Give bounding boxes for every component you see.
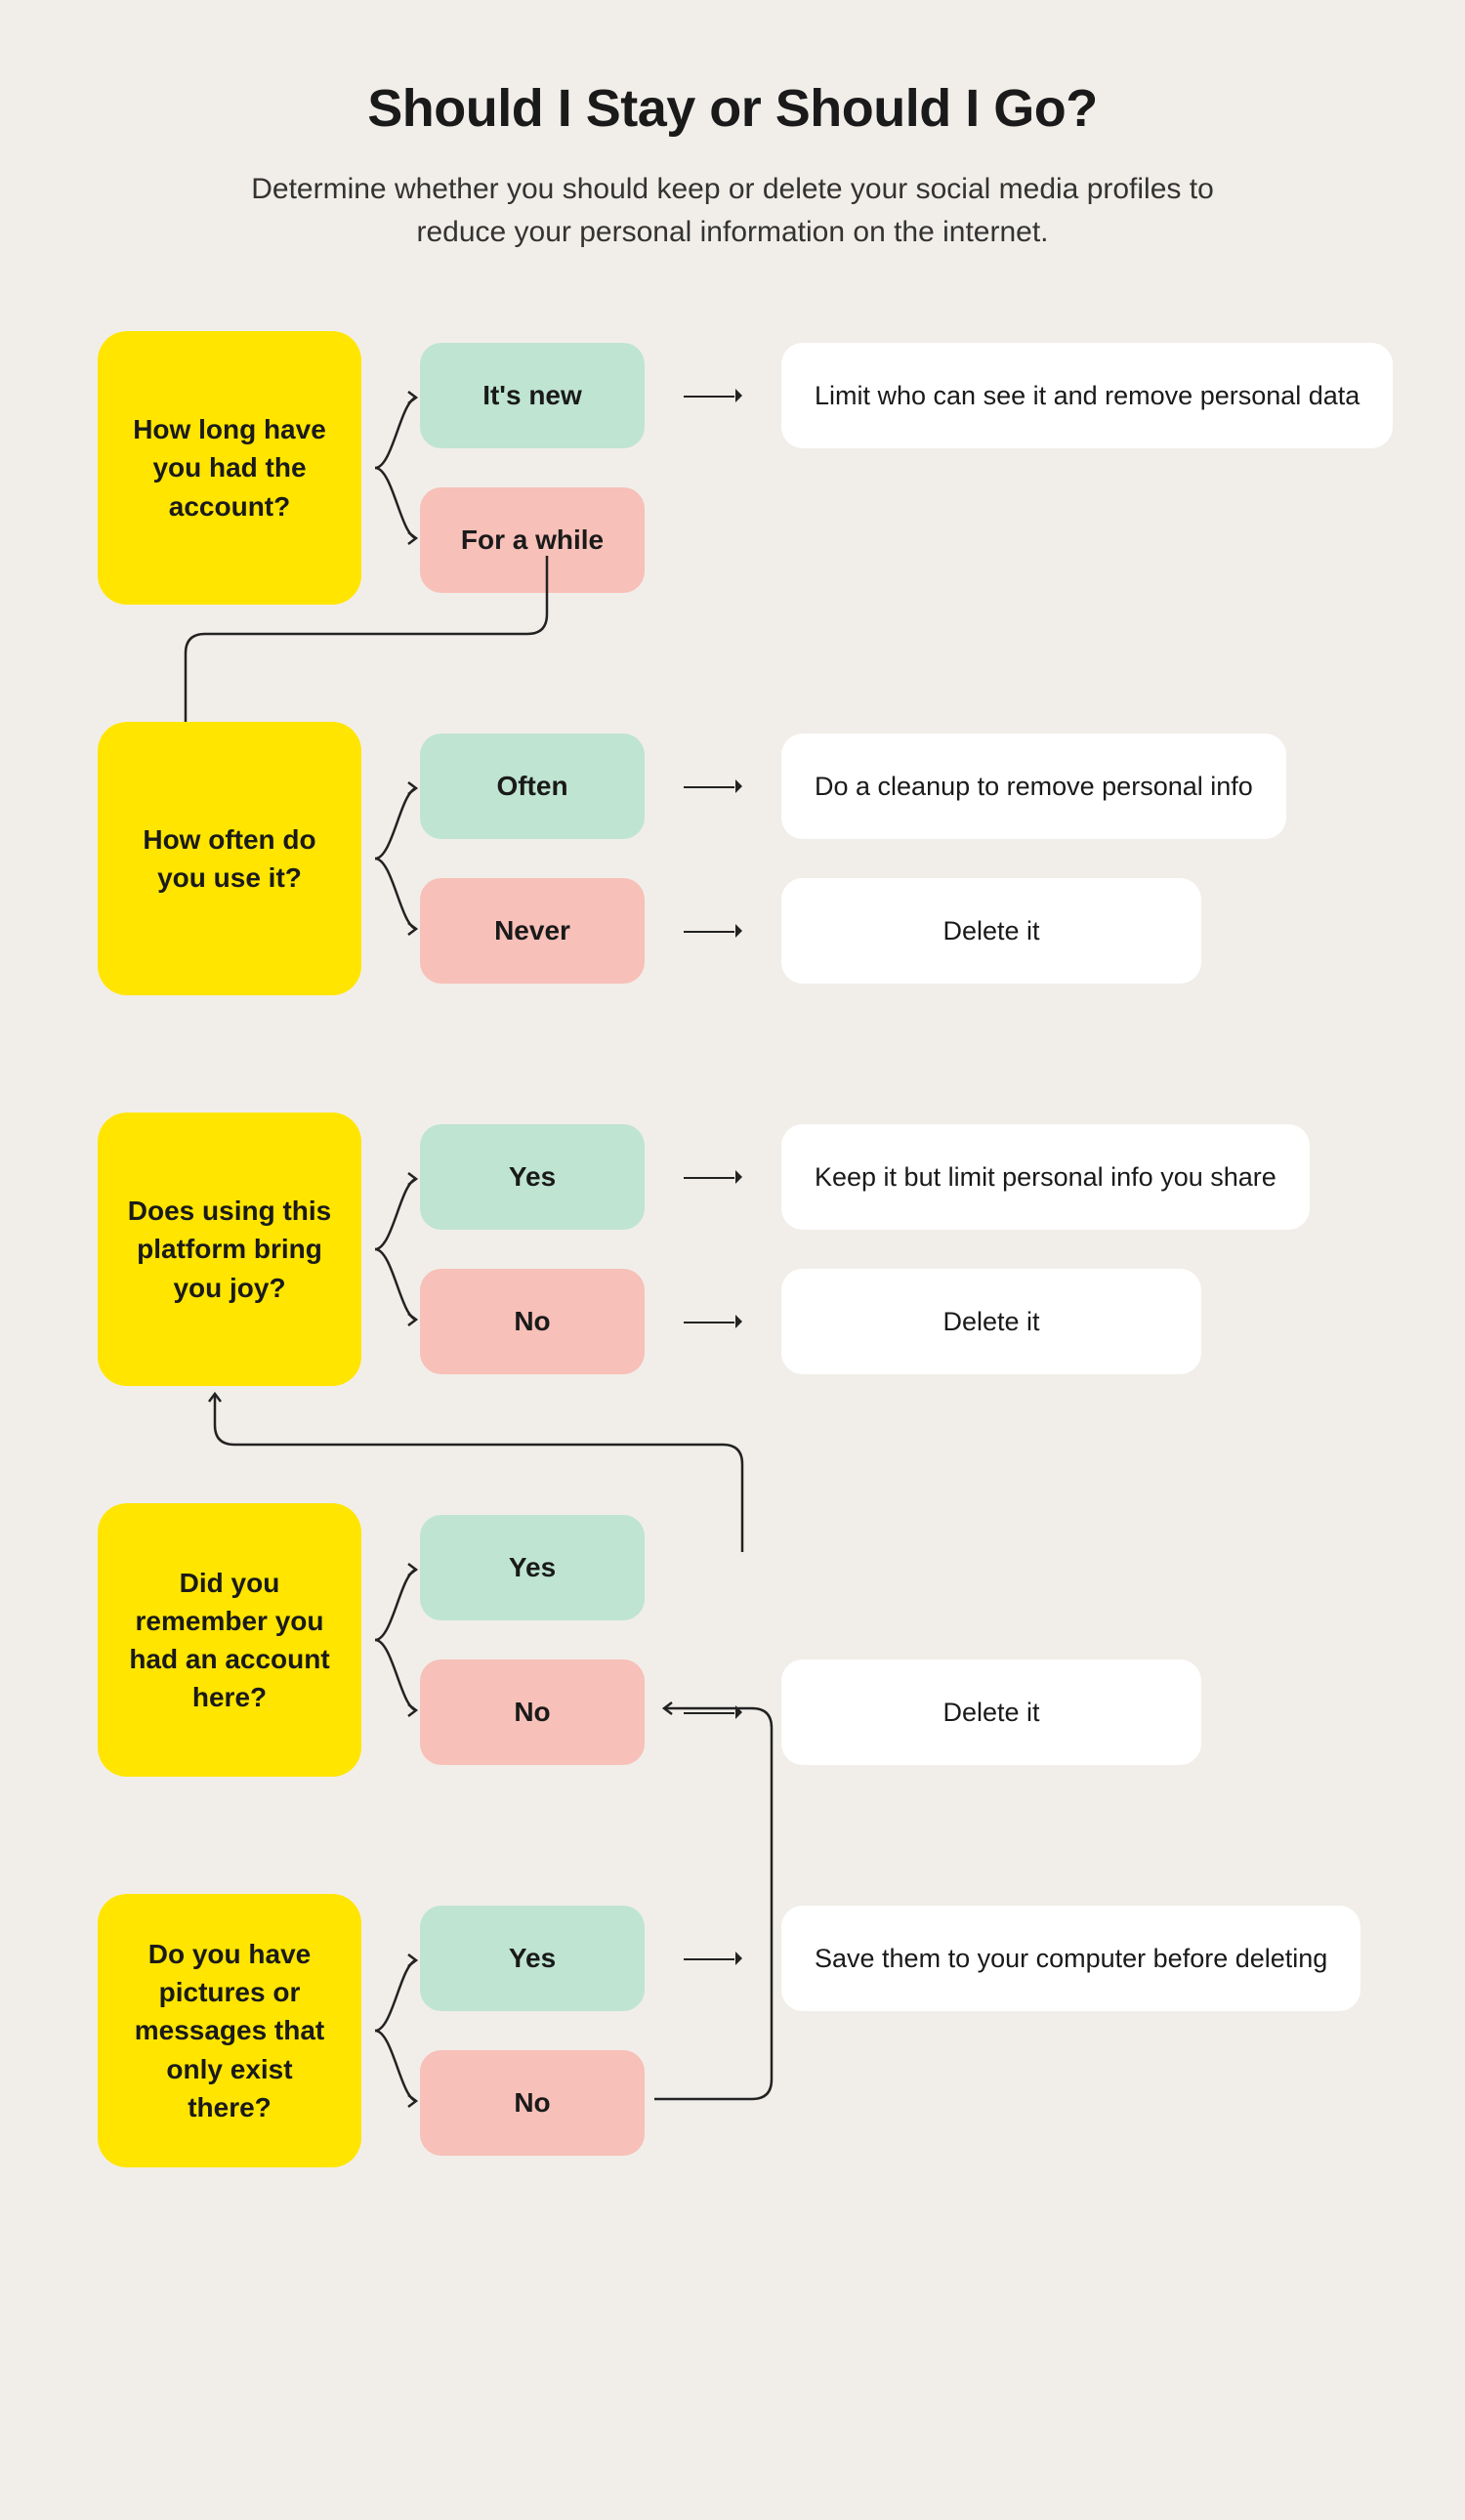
answer-box: It's new: [420, 343, 645, 448]
answer-box: Yes: [420, 1515, 645, 1620]
outcome-box: Delete it: [781, 1659, 1201, 1765]
page-subtitle: Determine whether you should keep or del…: [220, 168, 1245, 253]
page-title: Should I Stay or Should I Go?: [98, 78, 1367, 139]
answer-box: No: [420, 2050, 645, 2156]
bracket-icon: [373, 734, 420, 984]
bracket-icon: [373, 343, 420, 593]
arrow-right-icon: [684, 1167, 742, 1187]
arrow-right-icon: [684, 1312, 742, 1331]
bracket-icon: [373, 1515, 420, 1765]
answer-box: No: [420, 1269, 645, 1374]
answer-box: No: [420, 1659, 645, 1765]
outcome-box: Do a cleanup to remove personal info: [781, 734, 1286, 839]
arrow-right-icon: [684, 921, 742, 941]
flow-block-duration: How long have you had the account? It's …: [98, 331, 1367, 605]
question-box: Did you remember you had an account here…: [98, 1503, 361, 1777]
flowchart: How long have you had the account? It's …: [98, 331, 1367, 2167]
answer-box: For a while: [420, 487, 645, 593]
flow-block-frequency: How often do you use it? Often Do a clea…: [98, 722, 1367, 995]
answer-box: Yes: [420, 1906, 645, 2011]
question-box: Does using this platform bring you joy?: [98, 1113, 361, 1386]
question-box: How long have you had the account?: [98, 331, 361, 605]
outcome-box: Delete it: [781, 878, 1201, 984]
arrow-right-icon: [684, 1702, 742, 1722]
bracket-icon: [373, 1906, 420, 2156]
answer-box: Often: [420, 734, 645, 839]
question-box: How often do you use it?: [98, 722, 361, 995]
arrow-right-icon: [684, 1949, 742, 1968]
question-box: Do you have pictures or messages that on…: [98, 1894, 361, 2167]
flow-block-remember: Did you remember you had an account here…: [98, 1503, 1367, 1777]
answer-box: Never: [420, 878, 645, 984]
answer-box: Yes: [420, 1124, 645, 1230]
bracket-icon: [373, 1124, 420, 1374]
arrow-right-icon: [684, 777, 742, 796]
outcome-box: Save them to your computer before deleti…: [781, 1906, 1360, 2011]
outcome-box: Keep it but limit personal info you shar…: [781, 1124, 1310, 1230]
outcome-box: Limit who can see it and remove personal…: [781, 343, 1393, 448]
flow-block-joy: Does using this platform bring you joy? …: [98, 1113, 1367, 1386]
arrow-right-icon: [684, 386, 742, 405]
outcome-box: Delete it: [781, 1269, 1201, 1374]
flow-block-media: Do you have pictures or messages that on…: [98, 1894, 1367, 2167]
